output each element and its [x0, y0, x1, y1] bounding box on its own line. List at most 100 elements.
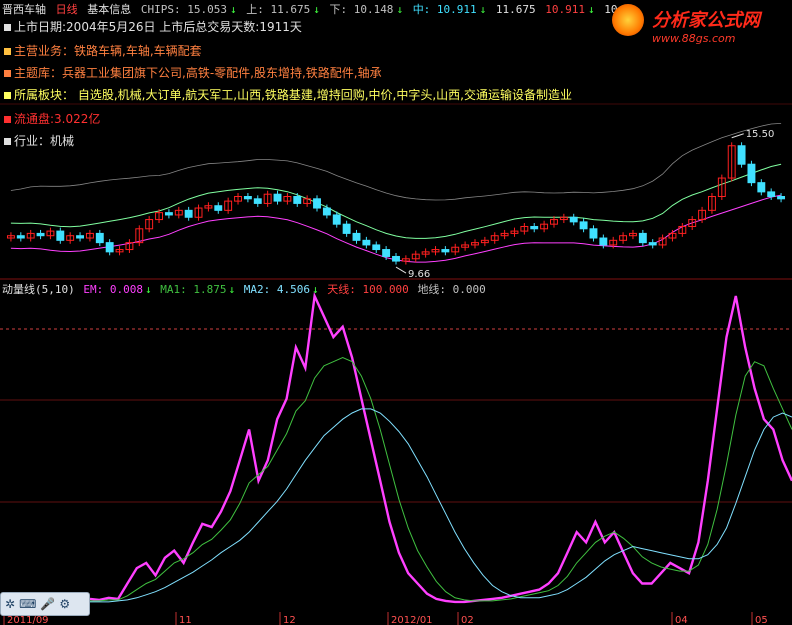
down-value: 下: 10.148 — [329, 3, 394, 16]
candle-body — [767, 191, 776, 198]
candle-body — [569, 216, 578, 223]
candle-body — [322, 207, 331, 216]
lower-band-line — [10, 194, 782, 263]
value-4: 11.675 — [495, 3, 536, 16]
candle-body — [382, 249, 391, 257]
candle-body — [332, 214, 341, 225]
candle-body — [638, 232, 647, 244]
x-tick-label: 11 — [179, 615, 192, 625]
chart-header: 晋西车轴 日线 基本信息 CHIPS: 15.053 ↓ 上: 11.675 ↓ 下… — [2, 1, 640, 17]
candle-body — [530, 225, 539, 230]
listing-info: 上市日期:2004年5月26日 上市后总交易天数:1911天 — [4, 18, 302, 35]
candle-body — [599, 237, 608, 246]
industry-text: 行业：机械 — [14, 134, 75, 148]
sky-value: 天线: 100.000 — [327, 283, 409, 296]
candle-body — [392, 255, 400, 262]
candle-body — [342, 223, 351, 234]
sectors-text: 所属板块： 自选股,机械,大订单,航天军工,山西,铁路基建,增持回购,中价,中字… — [14, 88, 572, 102]
candle-body — [214, 205, 223, 211]
listing-text: 上市日期:2004年5月26日 上市后总交易天数:1911天 — [14, 20, 302, 34]
candlestick-layer — [6, 123, 786, 265]
annotation-layer: 15.50 9.66 — [395, 129, 775, 280]
themes-info: 主题库：兵器工业集团旗下公司,高铁-零配件,股东增持,铁路配件,轴承 — [4, 64, 382, 81]
float-text: 流通盘:3.022亿 — [14, 112, 101, 126]
candle-body — [777, 196, 786, 200]
candle-body — [372, 244, 381, 251]
series-ma1-line — [90, 357, 792, 602]
candle-body — [737, 145, 746, 165]
site-logo: 分析家公式网 www.88gs.com — [608, 2, 792, 54]
candle-body — [313, 198, 321, 209]
low-marker-line — [395, 266, 407, 274]
keyboard-icon[interactable]: ⌨ — [19, 597, 36, 611]
low-marker-label: 9.66 — [408, 269, 430, 280]
indicator-name[interactable]: 动量线(5,10) — [2, 283, 75, 296]
candle-body — [362, 239, 371, 246]
bullet-icon — [4, 24, 11, 31]
business-info: 主营业务：铁路车辆,车轴,车辆配套 — [4, 42, 202, 59]
candle-body — [648, 242, 657, 246]
candle-body — [16, 235, 25, 239]
chips-line — [10, 123, 782, 201]
mid-value: 中: 10.911 — [412, 3, 477, 16]
candle-body — [273, 193, 282, 202]
candle-body — [757, 182, 766, 193]
em-value: EM: 0.008 — [83, 283, 143, 296]
input-toolbar: ✲ ⌨ 🎤 ⚙ — [0, 592, 90, 616]
period-label[interactable]: 日线 — [56, 3, 78, 16]
basic-info-link[interactable]: 基本信息 — [87, 3, 131, 16]
microphone-icon[interactable]: 🎤 — [40, 597, 55, 611]
grid-lines — [0, 103, 792, 503]
candle-body — [441, 249, 450, 253]
x-tick-label: 02 — [461, 615, 474, 625]
ma2-value: MA2: 4.506 — [243, 283, 310, 296]
bullet-icon — [4, 70, 11, 77]
float-info: 流通盘:3.022亿 — [4, 110, 100, 127]
ground-value: 地线: 0.000 — [417, 283, 486, 296]
x-tick-label: 05 — [755, 615, 768, 625]
bullet-icon — [4, 48, 11, 55]
bullet-icon — [4, 92, 11, 99]
candle-body — [95, 232, 104, 244]
sectors-info: 所属板块： 自选股,机械,大订单,航天军工,山西,铁路基建,增持回购,中价,中字… — [4, 86, 572, 103]
high-marker-label: 15.50 — [746, 129, 775, 140]
business-text: 主营业务：铁路车辆,车轴,车辆配套 — [14, 44, 202, 58]
x-tick-label: 2012/01 — [391, 615, 433, 625]
candle-body — [243, 196, 252, 200]
logo-title: 分析家公式网 — [652, 10, 760, 31]
logo-url: www.88gs.com — [652, 32, 736, 45]
stock-name[interactable]: 晋西车轴 — [2, 3, 46, 16]
candle-body — [293, 196, 302, 204]
gear-icon[interactable]: ⚙ — [59, 597, 70, 611]
momentum-indicator-layer — [89, 291, 792, 604]
themes-text: 主题库：兵器工业集团旗下公司,高铁-零配件,股东增持,铁路配件,轴承 — [14, 66, 382, 80]
ma1-value: MA1: 1.875 — [160, 283, 227, 296]
settings-icon[interactable]: ✲ — [5, 597, 15, 611]
candle-body — [253, 198, 262, 204]
upper-band-line — [10, 163, 782, 239]
logo-sun-icon — [612, 4, 644, 36]
candle-body — [56, 230, 65, 241]
candle-body — [579, 221, 588, 230]
bullet-icon — [4, 116, 11, 123]
stock-chart-window: 15.50 9.66 2011/09 11 12 2012/01 02 04 05 晋西车轴 … — [0, 0, 792, 625]
candle-body — [184, 209, 193, 218]
indicator-header: 动量线(5,10) EM: 0.008 ↓ MA1: 1.875 ↓ MA2: 4.… — [2, 283, 486, 296]
x-tick-label: 04 — [675, 615, 688, 625]
candle-body — [164, 212, 173, 216]
candle-body — [589, 228, 598, 239]
chips-value: CHIPS: 15.053 — [140, 3, 227, 16]
x-tick-label: 2011/09 — [7, 615, 49, 625]
candle-body — [352, 232, 361, 241]
series-em-line — [89, 291, 792, 604]
value-5: 10.911 — [545, 3, 586, 16]
candle-body — [105, 242, 114, 253]
x-axis: 2011/09 11 12 2012/01 02 04 05 — [0, 612, 792, 625]
candle-body — [76, 235, 85, 239]
bullet-icon — [4, 138, 11, 145]
up-value: 上: 11.675 — [246, 3, 311, 16]
candle-body — [36, 232, 45, 237]
x-tick-label: 12 — [283, 615, 296, 625]
industry-info: 行业：机械 — [4, 132, 74, 149]
candle-body — [747, 163, 756, 184]
